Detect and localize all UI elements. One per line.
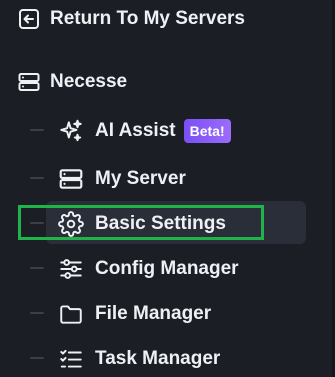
highlight-box: [18, 205, 264, 240]
sidebar-item-task-manager[interactable]: Task Manager: [58, 345, 220, 373]
tree-dash: [30, 312, 44, 314]
server-icon: [16, 69, 42, 95]
task-list-icon: [58, 346, 84, 372]
server-icon: [58, 166, 84, 192]
sidebar-item-my-server[interactable]: My Server: [58, 165, 186, 193]
tree-dash: [30, 177, 44, 179]
sidebar-item-label: My Server: [95, 168, 186, 189]
sidebar-item-label: File Manager: [95, 303, 212, 324]
folder-icon: [58, 301, 84, 327]
sidebar-item-label: Task Manager: [95, 348, 221, 369]
tree-dash: [30, 267, 44, 269]
return-to-servers-link[interactable]: Return To My Servers: [16, 6, 245, 32]
server-header[interactable]: Necesse: [16, 69, 127, 95]
tree-dash: [30, 357, 44, 359]
sidebar-item-file-manager[interactable]: File Manager: [58, 300, 211, 328]
beta-badge: Beta!: [183, 119, 231, 143]
sidebar-item-ai-assist[interactable]: AI Assist Beta!: [58, 117, 231, 145]
back-arrow-icon: [16, 6, 42, 32]
tree-dash: [30, 129, 44, 131]
sparkles-icon: [58, 118, 84, 144]
sidebar-item-label: Config Manager: [95, 258, 239, 279]
server-name: Necesse: [50, 71, 128, 92]
sidebar-item-config-manager[interactable]: Config Manager: [58, 255, 239, 283]
sliders-icon: [58, 256, 84, 282]
sidebar-item-label: AI Assist: [95, 120, 176, 141]
return-to-servers-label: Return To My Servers: [50, 8, 245, 29]
